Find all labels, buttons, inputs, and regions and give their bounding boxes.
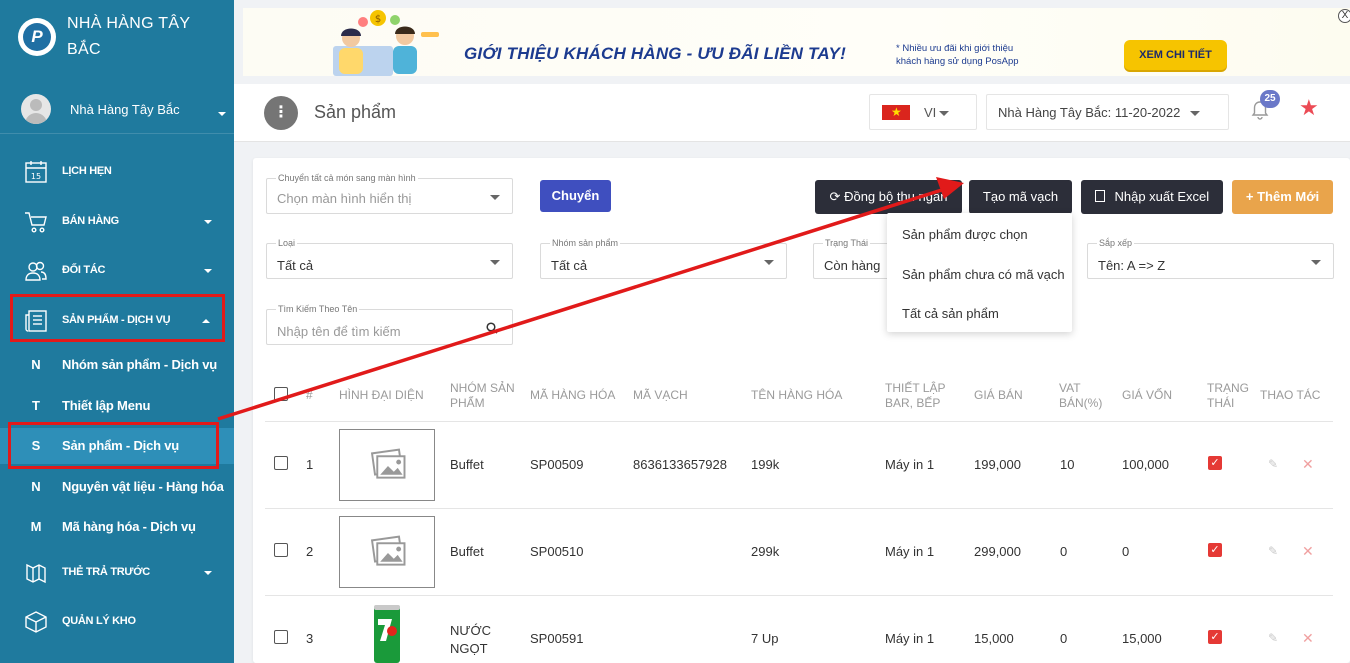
annotation-arrow xyxy=(217,177,964,421)
